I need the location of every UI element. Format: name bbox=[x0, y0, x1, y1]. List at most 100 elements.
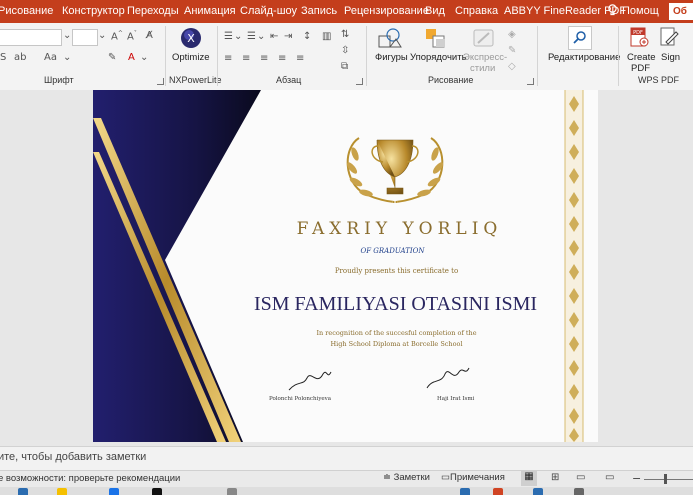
slide-sorter-icon[interactable]: ⊞ bbox=[551, 472, 559, 483]
svg-text:X: X bbox=[187, 32, 195, 45]
accessibility-status[interactable]: е возможности: проверьте рекомендации bbox=[0, 473, 180, 484]
zoom-slider-thumb[interactable] bbox=[664, 474, 667, 484]
change-case-icon[interactable]: Aa bbox=[44, 52, 57, 63]
grow-font-icon[interactable]: A^ bbox=[111, 30, 123, 42]
certificate-title: FAXRIY YORLIQ bbox=[296, 219, 503, 239]
align-center-icon[interactable]: ≡ bbox=[242, 53, 250, 64]
text-direction-icon[interactable]: ⇅ bbox=[341, 29, 349, 40]
strikethrough-icon[interactable]: S bbox=[0, 52, 6, 63]
numbering-icon[interactable]: ☰ bbox=[247, 31, 256, 42]
tab-view[interactable]: Вид bbox=[425, 0, 445, 23]
signature-right bbox=[426, 367, 470, 389]
tab-animations[interactable]: Анимация bbox=[184, 0, 236, 23]
numbering-dropdown-icon[interactable]: ⌄ bbox=[257, 31, 265, 42]
align-text-icon[interactable]: ⇳ bbox=[341, 45, 349, 56]
font-group-label: Шрифт bbox=[44, 75, 74, 85]
notes-button[interactable]: ≐ Заметки bbox=[383, 472, 430, 483]
create-pdf-label-2[interactable]: PDF bbox=[631, 63, 650, 74]
optimize-button[interactable]: Optimize bbox=[172, 52, 209, 63]
signature-left bbox=[288, 371, 332, 391]
increase-indent-icon[interactable]: ⇥ bbox=[284, 31, 292, 42]
paragraph-dialog-launcher-icon[interactable] bbox=[356, 78, 363, 85]
reading-view-icon[interactable]: ▭ bbox=[576, 472, 585, 483]
tab-slideshow[interactable]: Слайд-шоу bbox=[240, 0, 297, 23]
bullets-dropdown-icon[interactable]: ⌄ bbox=[234, 31, 242, 42]
shapes-icon[interactable] bbox=[377, 27, 403, 52]
tell-me-label: Помощ bbox=[622, 5, 659, 17]
slide-canvas: FAXRIY YORLIQ OF GRADUATION Proudly pres… bbox=[0, 90, 693, 446]
editing-button[interactable]: Редактирование bbox=[548, 52, 620, 63]
taskbar-app-icon[interactable] bbox=[533, 488, 543, 495]
taskbar-app-icon[interactable] bbox=[574, 488, 584, 495]
comments-button[interactable]: ▭Примечания bbox=[441, 472, 505, 483]
find-icon[interactable] bbox=[568, 26, 592, 50]
align-left-icon[interactable]: ≡ bbox=[224, 53, 232, 64]
zoom-slider[interactable] bbox=[644, 479, 693, 480]
certificate-background bbox=[93, 90, 584, 442]
arrange-icon[interactable] bbox=[424, 27, 448, 52]
comment-icon: ▭ bbox=[441, 472, 450, 483]
font-color-icon[interactable]: A bbox=[128, 52, 135, 63]
share-button[interactable]: Об bbox=[669, 3, 693, 20]
shapes-button[interactable]: Фигуры bbox=[375, 52, 408, 63]
case-dropdown-icon[interactable]: ⌄ bbox=[63, 52, 71, 63]
slideshow-icon[interactable]: ▭ bbox=[605, 472, 614, 483]
justify-icon[interactable]: ≡ bbox=[278, 53, 286, 64]
smartart-icon[interactable]: ⧉ bbox=[341, 61, 348, 72]
taskbar-app-icon[interactable] bbox=[18, 488, 28, 495]
line-spacing-icon[interactable]: ↕ bbox=[303, 31, 311, 42]
group-separator bbox=[537, 26, 538, 86]
status-bar: е возможности: проверьте рекомендации ≐ … bbox=[0, 470, 693, 488]
columns-icon[interactable]: ▥ bbox=[322, 31, 331, 42]
create-pdf-label-1[interactable]: Create bbox=[627, 52, 656, 63]
taskbar-app-icon[interactable] bbox=[109, 488, 119, 495]
sign-icon[interactable] bbox=[658, 26, 680, 51]
ribbon-tab-bar: Рисование Конструктор Переходы Анимация … bbox=[0, 0, 693, 23]
drawing-dialog-launcher-icon[interactable] bbox=[527, 78, 534, 85]
align-right-icon[interactable]: ≡ bbox=[260, 53, 268, 64]
create-pdf-icon[interactable]: PDF bbox=[628, 26, 650, 51]
slide[interactable]: FAXRIY YORLIQ OF GRADUATION Proudly pres… bbox=[93, 90, 598, 442]
font-size-dropdown-icon[interactable]: ⌄ bbox=[98, 30, 106, 41]
tab-record[interactable]: Запись bbox=[301, 0, 337, 23]
decrease-indent-icon[interactable]: ⇤ bbox=[270, 31, 278, 42]
highlight-icon[interactable]: ✎ bbox=[108, 52, 116, 63]
nxpowerlite-icon[interactable]: X bbox=[180, 27, 202, 52]
font-dialog-launcher-icon[interactable] bbox=[157, 78, 164, 85]
notes-placeholder: ите, чтобы добавить заметки bbox=[0, 451, 147, 463]
tab-design[interactable]: Конструктор bbox=[62, 0, 125, 23]
arrange-button[interactable]: Упорядочить bbox=[410, 52, 467, 63]
character-spacing-icon[interactable]: ab bbox=[14, 52, 26, 63]
shrink-font-icon[interactable]: A˅ bbox=[127, 30, 137, 42]
tab-review[interactable]: Рецензирование bbox=[344, 0, 429, 23]
certificate-presents: Proudly presents this certificate to bbox=[334, 267, 459, 275]
taskbar-app-icon[interactable] bbox=[493, 488, 503, 495]
lightbulb-icon bbox=[608, 0, 617, 23]
taskbar-app-icon[interactable] bbox=[460, 488, 470, 495]
font-size-combo[interactable] bbox=[72, 29, 98, 46]
taskbar-app-icon[interactable] bbox=[152, 488, 162, 495]
paragraph-group-label: Абзац bbox=[276, 75, 302, 85]
quick-styles-label-2: стили bbox=[470, 63, 496, 74]
distributed-icon[interactable]: ≡ bbox=[296, 53, 304, 64]
taskbar-app-icon[interactable] bbox=[57, 488, 67, 495]
recognition-line-2: High School Diploma at Borcelle School bbox=[330, 340, 463, 348]
tab-transitions[interactable]: Переходы bbox=[127, 0, 179, 23]
signer-right-name: Haji Irat Ismi bbox=[437, 396, 475, 402]
group-separator bbox=[366, 26, 367, 86]
clear-formatting-icon[interactable]: A̸ bbox=[146, 30, 153, 41]
taskbar-app-icon[interactable] bbox=[227, 488, 237, 495]
tell-me-button[interactable]: Помощ bbox=[608, 0, 659, 23]
normal-view-icon[interactable]: ▦ bbox=[521, 471, 537, 486]
notes-pane[interactable]: ите, чтобы добавить заметки bbox=[0, 446, 693, 471]
zoom-out-icon[interactable]: − bbox=[632, 472, 641, 485]
font-name-combo[interactable] bbox=[0, 29, 62, 46]
group-separator bbox=[165, 26, 166, 86]
tab-drawing[interactable]: Рисование bbox=[0, 0, 53, 23]
tab-help[interactable]: Справка bbox=[455, 0, 498, 23]
font-color-dropdown-icon[interactable]: ⌄ bbox=[140, 52, 148, 63]
bullets-icon[interactable]: ☰ bbox=[224, 31, 233, 42]
sign-button[interactable]: Sign bbox=[661, 52, 680, 63]
taskbar bbox=[0, 487, 693, 495]
font-name-dropdown-icon[interactable]: ⌄ bbox=[63, 30, 71, 41]
